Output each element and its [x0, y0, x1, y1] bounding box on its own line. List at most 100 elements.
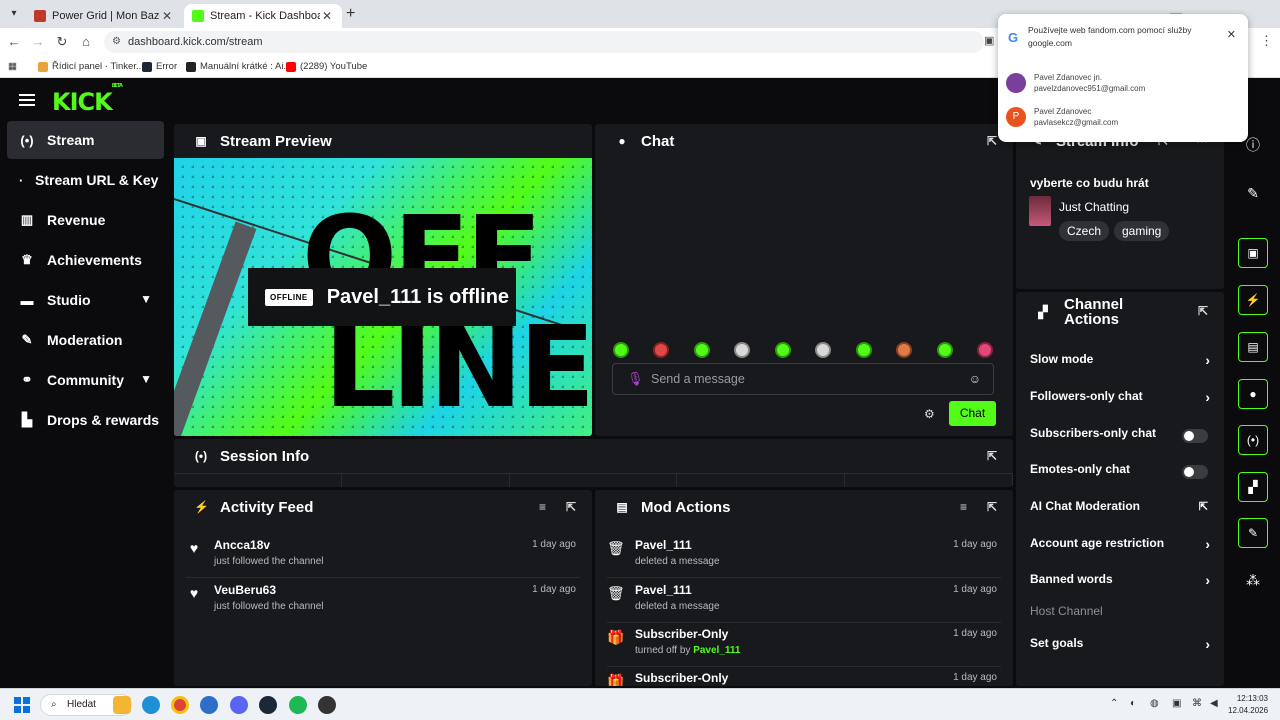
- emote-icon[interactable]: [855, 342, 872, 358]
- back-icon[interactable]: ←: [6, 34, 22, 49]
- popout-icon[interactable]: ⇱: [566, 500, 576, 514]
- search-icon: ⌕: [51, 699, 57, 710]
- new-tab-button[interactable]: +: [346, 5, 355, 23]
- home-icon[interactable]: ⌂: [78, 34, 94, 49]
- channel-actions-toggle-icon[interactable]: ▞: [1238, 472, 1268, 502]
- mod-action-actor[interactable]: Pavel_111: [693, 645, 740, 656]
- address-bar[interactable]: ⚙ dashboard.kick.com/stream: [104, 31, 984, 53]
- forward-icon[interactable]: →: [30, 34, 46, 49]
- emotes-only-toggle[interactable]: [1182, 465, 1208, 479]
- emote-icon[interactable]: [734, 342, 751, 358]
- emote-icon[interactable]: [815, 342, 832, 358]
- bookmark-item[interactable]: Manuální krátké : Ai...: [186, 61, 291, 72]
- youtube-icon: [286, 61, 296, 72]
- stream-tag[interactable]: Czech: [1059, 221, 1110, 241]
- sidebar-item-moderation[interactable]: ✎ Moderation: [7, 321, 164, 359]
- browser-tab-wiki[interactable]: Power Grid | Mon Bazou Wiki | ✕: [26, 4, 182, 28]
- edit-icon[interactable]: ✎: [1238, 178, 1268, 208]
- close-tab-icon[interactable]: ✕: [160, 9, 174, 23]
- emote-icon[interactable]: [896, 342, 913, 358]
- obs-icon[interactable]: [318, 696, 336, 714]
- subscribers-only-toggle[interactable]: [1182, 429, 1208, 443]
- popout-icon[interactable]: ⇱: [987, 134, 997, 148]
- sidebar-item-achievements[interactable]: ♛ Achievements: [7, 241, 164, 279]
- mod-actions-toggle-icon[interactable]: ▤: [1238, 332, 1268, 362]
- session-toggle-icon[interactable]: (•): [1238, 425, 1268, 455]
- activity-user[interactable]: Ancca18v: [214, 538, 270, 552]
- chat-message-input[interactable]: 🎙 Send a message ☺: [612, 363, 994, 395]
- network-icon[interactable]: ⌘: [1192, 698, 1202, 709]
- google-account-option[interactable]: P Pavel Zdanovec pavlasekcz@gmail.com: [1006, 103, 1236, 131]
- stream-category[interactable]: Just Chatting: [1059, 200, 1129, 214]
- windows-start-icon[interactable]: [14, 697, 30, 713]
- widgets-icon[interactable]: ⁂: [1238, 565, 1268, 595]
- banned-words-row[interactable]: Banned words ›: [1030, 572, 1210, 592]
- discord-icon[interactable]: [230, 696, 248, 714]
- chat-toggle-icon[interactable]: ●: [1238, 379, 1268, 409]
- spotify-icon[interactable]: [289, 696, 307, 714]
- emote-icon[interactable]: [653, 342, 670, 358]
- steam-icon[interactable]: [259, 696, 277, 714]
- kick-logo[interactable]: KICKBETA: [52, 83, 123, 116]
- filter-icon[interactable]: ≡: [539, 500, 546, 514]
- edge-icon[interactable]: [142, 696, 160, 714]
- emote-icon[interactable]: [613, 342, 629, 358]
- tray-app-icon[interactable]: ▣: [1172, 698, 1181, 709]
- account-age-row[interactable]: Account age restriction ›: [1030, 536, 1210, 556]
- tab-list-button[interactable]: ▾: [6, 6, 22, 22]
- popout-icon[interactable]: ⇱: [987, 449, 997, 463]
- file-explorer-icon[interactable]: [113, 696, 131, 714]
- microphone-icon[interactable]: 🎙: [627, 364, 644, 394]
- chat-settings-icon[interactable]: ⚙: [924, 407, 935, 421]
- popout-icon[interactable]: ⇱: [987, 500, 997, 514]
- site-info-icon[interactable]: ⚙: [112, 31, 121, 53]
- sidebar-item-stream[interactable]: (•) Stream: [7, 121, 164, 159]
- followers-only-row[interactable]: Followers-only chat ›: [1030, 389, 1210, 409]
- volume-icon[interactable]: ◀: [1210, 698, 1218, 709]
- sidebar-item-revenue[interactable]: ▥ Revenue: [7, 201, 164, 239]
- emote-icon[interactable]: [774, 342, 791, 358]
- mod-action-user[interactable]: Pavel_111: [635, 583, 692, 597]
- mod-action-description: deleted a message: [635, 556, 720, 567]
- slow-mode-row[interactable]: Slow mode ›: [1030, 352, 1210, 372]
- browser-tab-kick[interactable]: Stream - Kick Dashboard ✕: [184, 4, 342, 28]
- sidebar-item-drops[interactable]: ▙ Drops & rewards: [7, 401, 164, 439]
- browser-menu-icon[interactable]: ⋮: [1260, 33, 1273, 49]
- panel-title: Channel Actions: [1064, 297, 1123, 327]
- stream-tag[interactable]: gaming: [1114, 221, 1170, 241]
- chat-send-button[interactable]: Chat: [949, 401, 996, 426]
- activity-user[interactable]: VeuBeru63: [214, 583, 276, 597]
- chrome-icon[interactable]: [171, 696, 189, 714]
- emote-icon[interactable]: [976, 342, 993, 358]
- emote-icon[interactable]: [693, 342, 710, 358]
- bookmark-item[interactable]: (2289) YouTube: [286, 61, 367, 72]
- filter-icon[interactable]: ≡: [960, 500, 967, 514]
- microphone-icon[interactable]: ◍: [1150, 698, 1159, 709]
- sidebar-item-stream-url[interactable]: · Stream URL & Key: [7, 161, 164, 199]
- tray-app-icon[interactable]: ◐: [1130, 698, 1136, 709]
- mod-action-user[interactable]: Pavel_111: [635, 538, 692, 552]
- moderation-toggle-icon[interactable]: ✎: [1238, 518, 1268, 548]
- ai-moderation-row[interactable]: AI Chat Moderation ⇱: [1030, 499, 1210, 519]
- reload-icon[interactable]: ↻: [54, 34, 70, 50]
- google-account-option[interactable]: Pavel Zdanovec jn. pavelzdanovec951@gmai…: [1006, 69, 1236, 97]
- menu-toggle-icon[interactable]: [19, 94, 35, 106]
- tray-chevron-icon[interactable]: ⌃: [1110, 698, 1118, 709]
- popout-icon[interactable]: ⇱: [1198, 304, 1208, 318]
- emoji-picker-icon[interactable]: ☺: [969, 364, 981, 394]
- app-icon[interactable]: [200, 696, 218, 714]
- close-icon[interactable]: ✕: [1227, 28, 1236, 41]
- sidebar-item-community[interactable]: ⚭ Community ▼: [7, 361, 164, 399]
- bookmark-item[interactable]: Řídicí panel · Tinker...: [38, 61, 144, 72]
- emote-icon[interactable]: [936, 342, 953, 358]
- bookmark-item[interactable]: Error: [142, 61, 177, 72]
- apps-grid-icon[interactable]: ▦: [8, 61, 17, 72]
- preview-toggle-icon[interactable]: ▣: [1238, 238, 1268, 268]
- set-goals-row[interactable]: Set goals ›: [1030, 636, 1210, 656]
- sidebar-item-studio[interactable]: ▬ Studio ▼: [7, 281, 164, 319]
- screenshot-icon[interactable]: ▣: [984, 34, 994, 47]
- close-tab-icon[interactable]: ✕: [320, 9, 334, 23]
- activity-toggle-icon[interactable]: ⚡: [1238, 285, 1268, 315]
- subscribers-only-row: Subscribers-only chat: [1030, 426, 1210, 446]
- system-clock[interactable]: 12:13:03 12.04.2026: [1228, 693, 1268, 717]
